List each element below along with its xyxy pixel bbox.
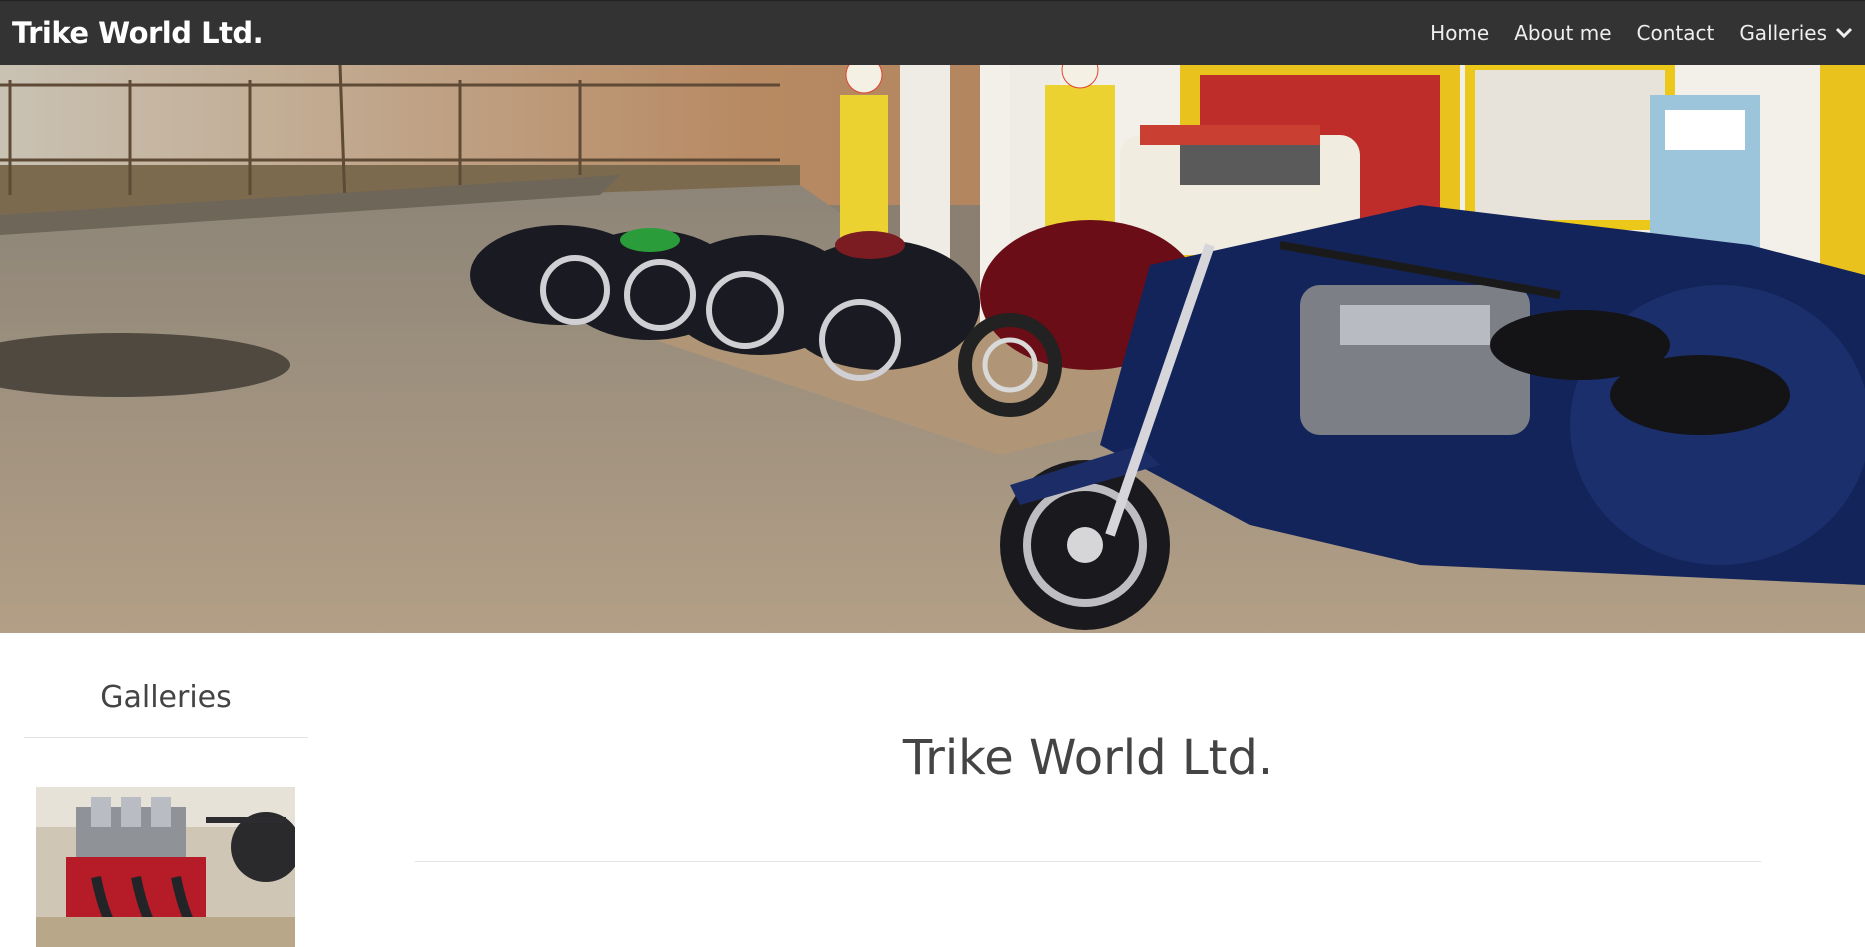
title-divider — [415, 861, 1761, 862]
top-navbar: Trike World Ltd. Home About me Contact G… — [0, 0, 1865, 65]
nav-contact[interactable]: Contact — [1637, 21, 1715, 45]
sidebar-divider — [24, 737, 308, 738]
hero-banner-image — [0, 65, 1865, 633]
hero-photo — [0, 65, 1865, 633]
chevron-down-icon — [1835, 27, 1853, 39]
engine-photo — [36, 787, 295, 947]
sidebar: Galleries — [24, 680, 308, 947]
nav-galleries-label: Galleries — [1739, 21, 1827, 45]
nav-galleries[interactable]: Galleries — [1739, 21, 1853, 45]
sidebar-title: Galleries — [100, 680, 232, 715]
main-content: Trike World Ltd. — [415, 730, 1761, 862]
nav-menu: Home About me Contact Galleries — [1405, 21, 1853, 45]
gallery-thumbnail[interactable] — [36, 787, 295, 947]
brand-link[interactable]: Trike World Ltd. — [12, 16, 264, 50]
nav-about[interactable]: About me — [1514, 21, 1611, 45]
nav-home[interactable]: Home — [1430, 21, 1489, 45]
page-title: Trike World Ltd. — [902, 730, 1274, 786]
